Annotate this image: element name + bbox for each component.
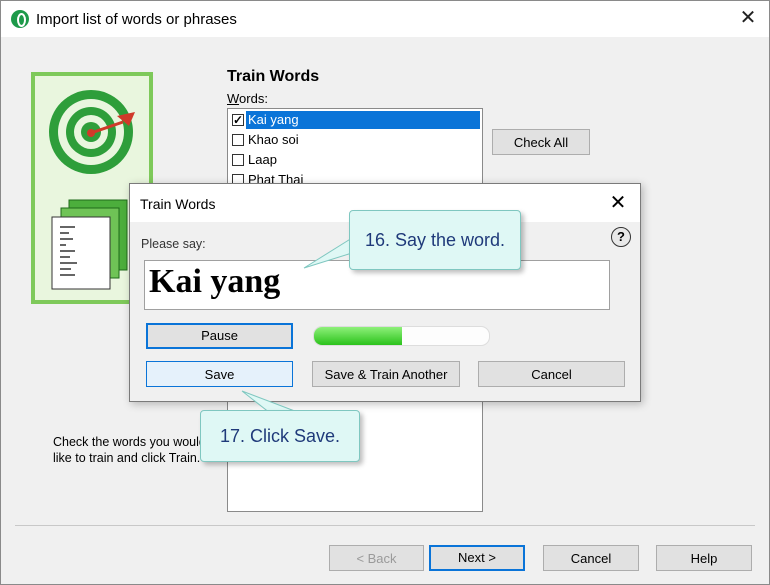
list-item[interactable]: Laap [230, 151, 480, 169]
cancel-button[interactable]: Cancel [543, 545, 639, 571]
checkbox[interactable] [232, 154, 244, 166]
volume-meter [313, 326, 490, 346]
page-heading: Train Words [227, 68, 320, 85]
callout-step-16: 16. Say the word. [349, 210, 521, 270]
save-train-another-button[interactable]: Save & Train Another [312, 361, 460, 387]
instructions-text: Check the words you would like to train … [53, 435, 206, 465]
checkbox[interactable] [232, 111, 244, 129]
dialog-cancel-button[interactable]: Cancel [478, 361, 625, 387]
save-button[interactable]: Save [146, 361, 293, 387]
list-item[interactable]: Kai yang [230, 111, 480, 129]
list-item-label: Laap [248, 152, 277, 167]
help-icon[interactable]: ? [611, 227, 631, 247]
callout-step-17: 17. Click Save. [200, 410, 360, 462]
words-label: Words: [227, 91, 268, 106]
list-item-label: Khao soi [248, 132, 299, 147]
title-bar: Import list of words or phrases ✕ [1, 1, 769, 37]
prompt-label: Please say: [141, 237, 206, 251]
volume-meter-fill [314, 327, 402, 345]
divider [15, 525, 755, 526]
back-button[interactable]: < Back [329, 545, 424, 571]
pause-button[interactable]: Pause [146, 323, 293, 349]
next-button[interactable]: Next > [429, 545, 525, 571]
check-all-button[interactable]: Check All [492, 129, 590, 155]
word-to-say: Kai yang [149, 263, 281, 300]
list-item[interactable]: Khao soi [230, 131, 480, 149]
dragon-app-icon [11, 10, 29, 28]
close-icon[interactable]: ✕ [606, 192, 630, 214]
window-title: Import list of words or phrases [36, 11, 237, 28]
dialog-title: Train Words [140, 196, 216, 212]
checkbox[interactable] [232, 134, 244, 146]
list-item-label: Kai yang [246, 111, 480, 129]
help-button[interactable]: Help [656, 545, 752, 571]
close-icon[interactable]: ✕ [737, 7, 759, 29]
